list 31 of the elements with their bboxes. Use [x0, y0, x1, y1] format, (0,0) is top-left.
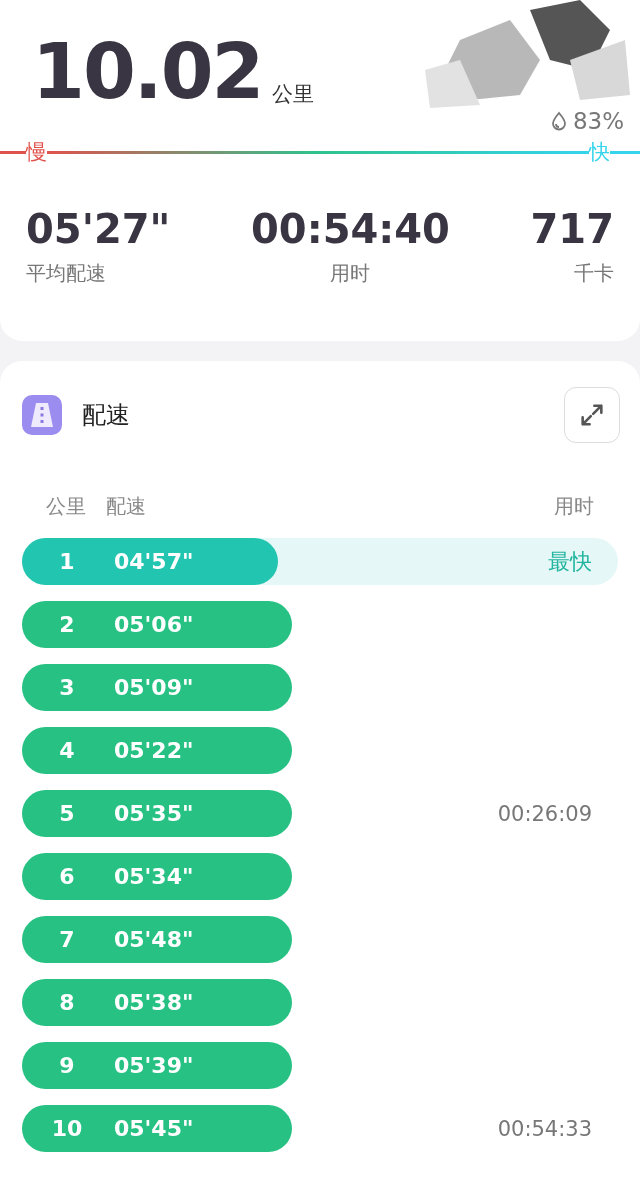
stat-value: 05'27"	[26, 206, 171, 252]
stat-label: 用时	[330, 260, 371, 287]
pace-bar: 1 04'57"	[22, 538, 279, 585]
slow-label: 慢	[26, 139, 47, 166]
stat-label: 平均配速	[26, 260, 107, 287]
split-time: 最快	[548, 547, 592, 576]
section-title: 配速	[82, 400, 131, 431]
column-header: 公里	[46, 493, 86, 520]
expand-button[interactable]	[564, 387, 620, 443]
pace-bar: 4 05'22"	[22, 727, 292, 774]
pace-bar: 3 05'09"	[22, 664, 292, 711]
column-header: 用时	[554, 493, 594, 520]
split-time: 00:54:33	[497, 1116, 592, 1141]
pace-bar: 8 05'38"	[22, 979, 292, 1026]
distance-value: 10.02	[32, 34, 263, 110]
pace-bar: 2 05'06"	[22, 601, 292, 648]
fast-label: 快	[589, 139, 610, 166]
stat-value: 00:54:40	[250, 206, 450, 252]
road-icon	[22, 395, 62, 435]
stat-label: 千卡	[574, 260, 614, 287]
expand-icon	[578, 401, 606, 429]
distance-unit: 公里	[272, 81, 315, 108]
pace-bar: 9 05'39"	[22, 1042, 292, 1089]
pace-bar: 5 05'35"	[22, 790, 292, 837]
stat-value: 717	[530, 206, 614, 252]
split-time: 00:26:09	[497, 801, 592, 826]
pace-bar: 7 05'48"	[22, 916, 292, 963]
column-header: 配速	[106, 493, 146, 520]
pace-bar: 6 05'34"	[22, 853, 292, 900]
pace-bar: 10 05'45"	[22, 1105, 292, 1152]
humidity-value: 83%	[572, 108, 624, 134]
